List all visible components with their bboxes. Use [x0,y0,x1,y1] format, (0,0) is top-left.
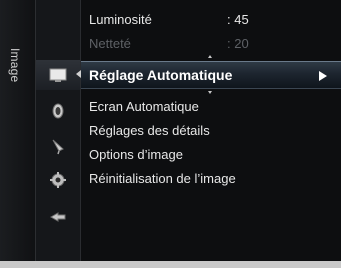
menu-item-ecran-automatique[interactable]: Ecran Automatique [89,99,199,114]
menu-item-luminosite[interactable]: Luminosité [89,12,152,27]
selected-item-label: Réglage Automatique [89,67,233,83]
picture-icon[interactable] [49,66,67,84]
icon-column [36,0,81,261]
input-icon[interactable] [49,208,67,226]
sound-icon[interactable] [49,102,67,120]
bottom-border [0,261,341,268]
menu-item-label: Ecran Automatique [89,99,199,114]
menu-item-value: : 45 [227,12,249,27]
menu-item-label: Réinitialisation de l’image [89,171,236,186]
menu-item-reglage-automatique[interactable]: Réglage Automatique [81,61,341,89]
menu-item-nettete: Netteté [89,36,131,51]
scroll-down-indicator-icon [208,91,212,94]
submenu-arrow-icon [319,71,327,81]
channel-icon[interactable] [49,137,67,155]
setup-icon[interactable] [49,171,67,189]
menu-item-label: Luminosité [89,12,152,27]
menu-item-reglages-details[interactable]: Réglages des détails [89,123,210,138]
menu-item-label: Réglages des détails [89,123,210,138]
menu-item-options-image[interactable]: Options d’image [89,147,183,162]
category-tab[interactable]: Image [0,0,36,261]
osd-frame: Image Luminosité: 45 Netteté: 20 Régla… [0,0,341,268]
scroll-up-indicator-icon [208,55,212,58]
menu-item-reinitialisation[interactable]: Réinitialisation de l’image [89,171,236,186]
menu-item-label: Netteté [89,36,131,51]
menu-item-label: Options d’image [89,147,183,162]
category-tab-label: Image [8,48,22,83]
menu-panel: Luminosité : 45 Netteté : 20 Réglage Aut… [81,0,341,261]
menu-item-value: : 20 [227,36,249,51]
